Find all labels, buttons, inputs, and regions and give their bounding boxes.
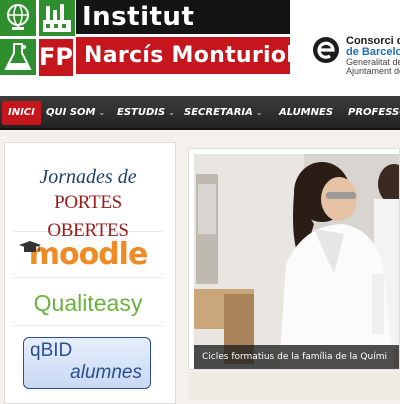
moodle-banner[interactable]: moodle (13, 235, 163, 278)
nav-item-secretaria[interactable]: SECRETARIA ⌄ (184, 101, 263, 125)
nav-item-estudis[interactable]: ESTUDIS ⌄ (117, 101, 175, 125)
nav-item-inici[interactable]: INICI (2, 101, 41, 125)
qbid-subtitle: alumnes (70, 362, 142, 383)
fp-label: FP (39, 43, 73, 71)
graduation-cap-icon (19, 241, 41, 252)
flask-icon (0, 39, 36, 75)
institute-logo[interactable]: FP (0, 0, 76, 76)
featured-slider[interactable]: Cicles formatius de la família de la Quí… (188, 148, 400, 370)
slide-caption: Cicles formatius de la família de la Quí… (194, 345, 399, 369)
consorci-ajuntament: Ajuntament de (346, 66, 400, 76)
consorci-text: Consorci d'E de Barcelon Generalitat de … (346, 36, 400, 76)
main-nav: INICI QUI SOM ⌄ ESTUDIS ⌄ SECRETARIA ⌄ ALUM… (0, 96, 400, 130)
nav-label: QUI SOM (46, 107, 96, 118)
factory-icon (39, 0, 75, 36)
nav-label: SECRETARIA (184, 107, 253, 118)
chevron-down-icon: ⌄ (168, 108, 175, 117)
nav-label: INICI (8, 107, 35, 118)
nav-label: PROFESSO (348, 107, 400, 118)
consorci-e-icon (313, 37, 339, 63)
jornades-title: Jornades de (39, 166, 137, 188)
portes-obertes-banner[interactable]: Jornades de PORTES OBERTES (13, 165, 163, 241)
nav-item-alumnes[interactable]: ALUMNES (279, 101, 333, 125)
sidebar-banners: Jornades de PORTES OBERTES moodle Qualit… (4, 142, 176, 404)
qualiteasy-label: Qualiteasy (33, 290, 143, 316)
nav-label: ESTUDIS (117, 107, 166, 118)
nav-item-qui-som[interactable]: QUI SOM ⌄ (46, 101, 105, 125)
chevron-down-icon: ⌄ (98, 108, 106, 117)
moodle-logo: moodle (13, 235, 163, 275)
nav-label: ALUMNES (279, 107, 334, 118)
qbid-alumnes-button[interactable]: qBID alumnes (23, 337, 151, 389)
nav-item-professorat[interactable]: PROFESSO (348, 101, 400, 125)
qbid-title: qBID (30, 340, 73, 361)
globe-icon (0, 0, 36, 36)
fp-badge: FP (39, 39, 73, 76)
slide-photo-lab-students (194, 154, 399, 368)
chevron-down-icon: ⌄ (255, 108, 263, 117)
brand-title-institut[interactable]: Institut (76, 0, 290, 34)
slider-footer-strip (188, 372, 400, 400)
moodle-label: moodle (28, 237, 149, 272)
brand-title-name[interactable]: Narcís Monturiol (76, 37, 294, 74)
site-header: FP Institut Narcís Monturiol Consorci d'… (0, 0, 400, 96)
qualiteasy-banner[interactable]: Qualiteasy (13, 281, 163, 326)
consorci-logo[interactable]: Consorci d'E de Barcelon Generalitat de … (312, 36, 400, 76)
